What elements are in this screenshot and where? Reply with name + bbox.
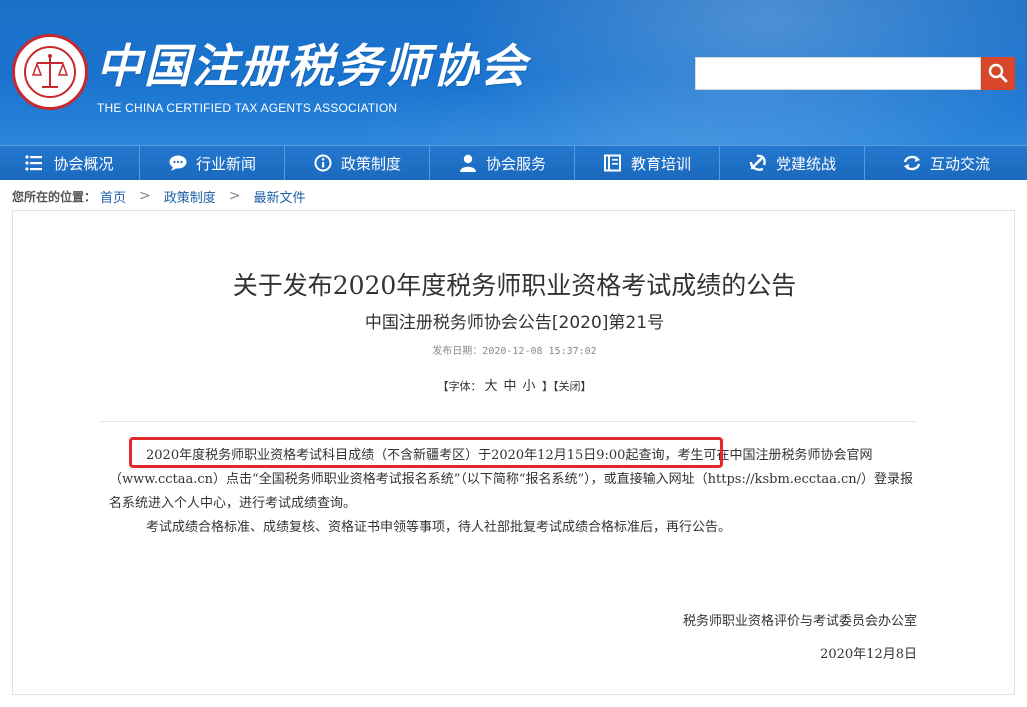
nav-label: 政策制度 [340, 154, 401, 173]
nav-label: 协会概况 [53, 154, 114, 173]
book-icon [603, 154, 623, 172]
article-paragraph: 考试成绩合格标准、成绩复核、资格证书申领等事项，待人社部批复考试成绩合格标准后，… [146, 520, 732, 535]
nav-item-policy[interactable]: 政策制度 [285, 146, 430, 180]
refresh-icon [902, 154, 922, 172]
scales-icon [31, 54, 69, 88]
article-title: 关于发布2020年度税务师职业资格考试成绩的公告 [232, 271, 797, 300]
chat-icon [168, 154, 188, 172]
font-small-button[interactable]: 小 [523, 379, 536, 394]
article-subtitle: 中国注册税务师协会公告[2020]第21号 [364, 313, 665, 333]
nav-label: 行业新闻 [195, 154, 256, 173]
nav-item-news[interactable]: 行业新闻 [140, 146, 285, 180]
font-medium-button[interactable]: 中 [503, 379, 516, 394]
site-title-cn[interactable]: 中国注册税务师协会 [96, 30, 528, 96]
tools-bracket-close: 】 [580, 380, 592, 393]
tools-bracket-mid: 】【 [538, 380, 559, 393]
search-icon [988, 63, 1008, 83]
party-icon [748, 154, 768, 172]
font-large-button[interactable]: 大 [484, 379, 497, 394]
breadcrumb-link-policy[interactable]: 政策制度 [164, 187, 216, 206]
search-button[interactable] [981, 57, 1015, 90]
association-seal-logo[interactable] [12, 34, 88, 110]
nav-item-services[interactable]: 协会服务 [430, 146, 575, 180]
content-divider [99, 421, 917, 422]
breadcrumb-separator: > [139, 188, 151, 204]
main-nav: 协会概况 行业新闻 政策制度 协会服务 教育培训 党建统战 互动交流 [0, 145, 1027, 180]
article-panel: 关于发布2020年度税务师职业资格考试成绩的公告 中国注册税务师协会公告[202… [12, 210, 1015, 695]
site-title-en: THE CHINA CERTIFIED TAX AGENTS ASSOCIATI… [97, 101, 398, 115]
nav-item-interaction[interactable]: 互动交流 [865, 146, 1027, 180]
nav-label: 党建统战 [775, 154, 836, 173]
breadcrumb-link-latest[interactable]: 最新文件 [254, 187, 306, 206]
nav-item-party[interactable]: 党建统战 [720, 146, 865, 180]
tools-bracket-open: 【 [437, 380, 449, 393]
list-icon [25, 154, 45, 172]
breadcrumb-separator: > [228, 188, 241, 204]
issuer-signature: 税务师职业资格评价与考试委员会办公室 [682, 614, 917, 629]
breadcrumb: 您所在的位置： 首页 > 政策制度 > 最新文件 [12, 186, 306, 206]
search-input[interactable] [695, 57, 981, 90]
publish-date: 发布日期：2020-12-08 15:37:02 [432, 346, 597, 357]
close-button[interactable]: 关闭 [559, 380, 581, 393]
article-tools: 【字体：大中小 】【关闭】 [13, 375, 1016, 394]
breadcrumb-lead: 您所在的位置： [12, 189, 97, 204]
nav-label: 协会服务 [485, 154, 546, 173]
user-icon [458, 154, 478, 172]
breadcrumb-link-home[interactable]: 首页 [100, 187, 126, 206]
site-header: 中国注册税务师协会 THE CHINA CERTIFIED TAX AGENTS… [0, 0, 1027, 145]
nav-item-education[interactable]: 教育培训 [575, 146, 720, 180]
nav-label: 教育培训 [630, 154, 691, 173]
nav-item-about[interactable]: 协会概况 [0, 146, 140, 180]
info-icon [313, 154, 333, 172]
font-size-label: 字体： [448, 380, 482, 393]
issue-date: 2020年12月8日 [820, 647, 917, 662]
nav-label: 互动交流 [929, 154, 990, 173]
highlight-annotation-box [129, 437, 723, 468]
